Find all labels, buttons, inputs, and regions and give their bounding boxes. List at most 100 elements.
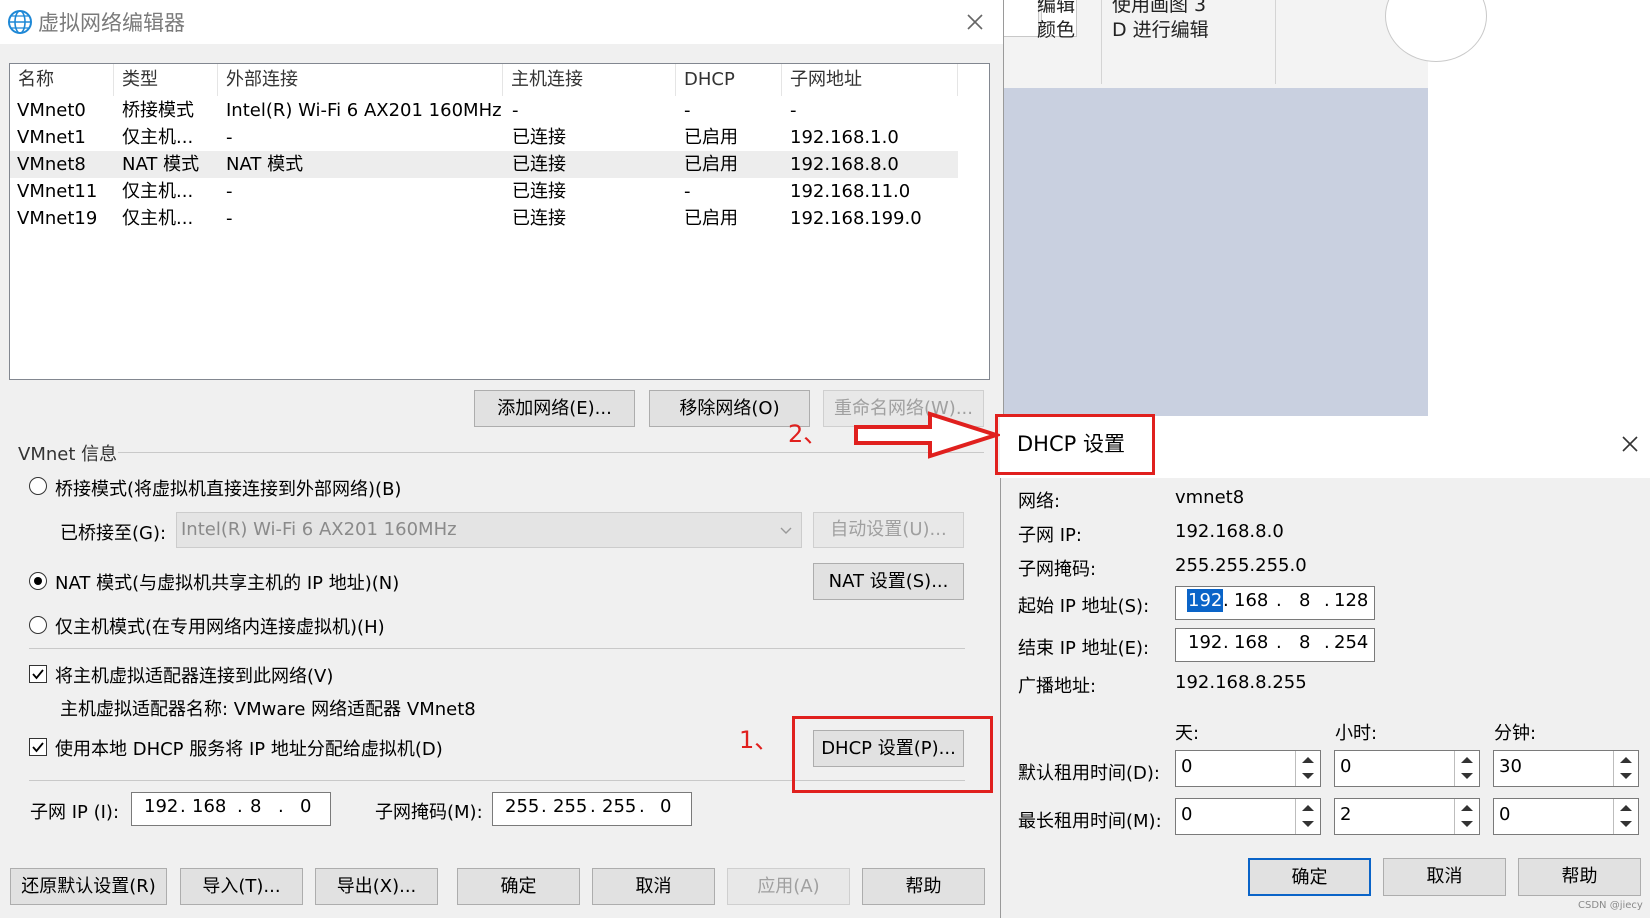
subnet-mask-label: 子网掩码(M): — [375, 802, 483, 823]
bridge-mode-radio[interactable] — [29, 477, 47, 495]
octet-selected: 192 — [1187, 589, 1224, 612]
host-only-mode-label[interactable]: 仅主机模式(在专用网络内连接虚拟机)(H) — [55, 613, 385, 639]
start-ip-field[interactable]: 192 . 168 . 8 . 128 — [1175, 586, 1375, 620]
main-dialog-title: 虚拟网络编辑器 — [38, 11, 185, 35]
import-button[interactable]: 导入(T)... — [180, 868, 303, 905]
arrow-right-icon — [854, 411, 1000, 459]
help-button[interactable]: 帮助 — [862, 868, 985, 905]
octet: 192 — [1188, 632, 1223, 653]
cell-host: 已连接 — [512, 127, 566, 148]
network-table[interactable]: 名称 类型 外部连接 主机连接 DHCP 子网地址 VMnet0 桥接模式 In… — [9, 63, 990, 380]
stepper-arrows[interactable] — [1454, 751, 1479, 786]
bridge-mode-label[interactable]: 桥接模式(将虚拟机直接连接到外部网络)(B) — [55, 475, 401, 501]
dhcp-subnet-ip-label: 子网 IP: — [1018, 525, 1082, 546]
octet: 0 — [660, 796, 672, 817]
close-icon[interactable] — [961, 8, 989, 36]
max-lease-days-stepper[interactable]: 0 — [1175, 798, 1321, 835]
ribbon-edit-colors-line2[interactable]: 颜色 — [1037, 17, 1075, 43]
host-only-mode-radio[interactable] — [29, 616, 47, 634]
max-lease-minutes-stepper[interactable]: 0 — [1493, 798, 1639, 835]
dhcp-subnet-mask-label: 子网掩码: — [1018, 559, 1097, 580]
dhcp-settings-dialog — [1000, 416, 1650, 918]
ribbon-edit-colors-line1[interactable]: 编辑 — [1037, 0, 1075, 18]
octet: 168 — [1234, 632, 1269, 653]
cell-external: - — [226, 127, 233, 148]
dhcp-ok-button[interactable]: 确定 — [1248, 858, 1371, 896]
cell-host: 已连接 — [512, 154, 566, 175]
bridged-to-select[interactable]: Intel(R) Wi-Fi 6 AX201 160MHz — [176, 512, 802, 548]
cell-type: NAT 模式 — [122, 154, 200, 175]
table-row[interactable]: VMnet19 仅主机... - 已连接 已启用 192.168.199.0 — [10, 205, 958, 232]
background-ribbon: 编辑 颜色 使用画图 3 D 进行编辑 — [1003, 0, 1428, 88]
lease-col-hours: 小时: — [1335, 723, 1378, 744]
stepper-arrows[interactable] — [1295, 751, 1320, 786]
column-header-host[interactable]: 主机连接 — [503, 64, 676, 96]
octet: 8 — [1299, 632, 1311, 653]
max-lease-hours-stepper[interactable]: 2 — [1334, 798, 1480, 835]
connect-adapter-checkbox[interactable] — [29, 665, 47, 683]
connect-adapter-label[interactable]: 将主机虚拟适配器连接到此网络(V) — [55, 662, 333, 688]
cell-dhcp: 已启用 — [684, 208, 738, 229]
dhcp-subnet-mask-value: 255.255.255.0 — [1175, 555, 1307, 576]
default-lease-hours-stepper[interactable]: 0 — [1334, 750, 1480, 787]
restore-defaults-button[interactable]: 还原默认设置(R) — [10, 868, 167, 905]
cell-host: - — [512, 100, 519, 121]
nat-settings-button[interactable]: NAT 设置(S)... — [813, 563, 964, 600]
table-row[interactable]: VMnet1 仅主机... - 已连接 已启用 192.168.1.0 — [10, 124, 958, 151]
column-header-name[interactable]: 名称 — [10, 64, 114, 96]
close-icon[interactable] — [1617, 431, 1643, 457]
globe-icon — [8, 10, 32, 34]
cell-host: 已连接 — [512, 208, 566, 229]
cell-external: Intel(R) Wi-Fi 6 AX201 160MHz — [226, 100, 502, 121]
use-dhcp-label[interactable]: 使用本地 DHCP 服务将 IP 地址分配给虚拟机(D) — [55, 735, 443, 761]
stepper-arrows[interactable] — [1613, 799, 1638, 834]
column-header-external[interactable]: 外部连接 — [218, 64, 503, 96]
nat-mode-radio[interactable] — [29, 572, 47, 590]
use-dhcp-checkbox[interactable] — [29, 738, 47, 756]
end-ip-field[interactable]: 192 . 168 . 8 . 254 — [1175, 628, 1375, 662]
dhcp-network-value: vmnet8 — [1175, 487, 1245, 508]
column-header-subnet[interactable]: 子网地址 — [782, 64, 958, 96]
default-lease-minutes-stepper[interactable]: 30 — [1493, 750, 1639, 787]
annotation-step2: 2、 — [788, 420, 828, 448]
cell-type: 仅主机... — [122, 127, 194, 148]
ok-button[interactable]: 确定 — [457, 868, 580, 905]
stepper-arrows[interactable] — [1613, 751, 1638, 786]
add-network-button[interactable]: 添加网络(E)... — [474, 390, 635, 427]
cell-name: VMnet11 — [17, 181, 98, 202]
apply-button[interactable]: 应用(A) — [727, 868, 850, 905]
start-ip-label: 起始 IP 地址(S): — [1018, 596, 1150, 617]
table-row-selected[interactable]: VMnet8 NAT 模式 NAT 模式 已连接 已启用 192.168.8.0 — [10, 151, 958, 178]
stepper-arrows[interactable] — [1454, 799, 1479, 834]
export-button[interactable]: 导出(X)... — [315, 868, 438, 905]
ribbon-separator — [1275, 0, 1276, 84]
cell-subnet: 192.168.1.0 — [790, 127, 899, 148]
annotation-step1: 1、 — [739, 726, 779, 754]
table-row[interactable]: VMnet0 桥接模式 Intel(R) Wi-Fi 6 AX201 160MH… — [10, 97, 958, 124]
cell-dhcp: - — [684, 100, 691, 121]
ribbon-swatch[interactable] — [1003, 0, 1039, 37]
nat-mode-label[interactable]: NAT 模式(与虚拟机共享主机的 IP 地址)(N) — [55, 569, 399, 595]
cell-dhcp: 已启用 — [684, 127, 738, 148]
table-row[interactable]: VMnet11 仅主机... - 已连接 - 192.168.11.0 — [10, 178, 958, 205]
stepper-arrows[interactable] — [1295, 799, 1320, 834]
ribbon-paint3d-line2[interactable]: D 进行编辑 — [1112, 17, 1209, 43]
auto-settings-button[interactable]: 自动设置(U)... — [813, 512, 964, 548]
octet: 168 — [1234, 590, 1269, 611]
cancel-button[interactable]: 取消 — [592, 868, 715, 905]
checkmark-icon — [32, 669, 44, 680]
octet: 168 — [192, 796, 227, 817]
bridged-to-value: Intel(R) Wi-Fi 6 AX201 160MHz — [181, 519, 457, 540]
bridged-to-label: 已桥接至(G): — [60, 523, 167, 544]
ribbon-paint3d-line1[interactable]: 使用画图 3 — [1112, 0, 1206, 18]
column-header-type[interactable]: 类型 — [114, 64, 218, 96]
octet: 8 — [250, 796, 262, 817]
dhcp-cancel-button[interactable]: 取消 — [1383, 858, 1506, 896]
default-lease-label: 默认租用时间(D): — [1018, 763, 1160, 784]
default-lease-days-stepper[interactable]: 0 — [1175, 750, 1321, 787]
remove-network-button[interactable]: 移除网络(O) — [649, 390, 810, 427]
dhcp-help-button[interactable]: 帮助 — [1518, 858, 1641, 896]
subnet-ip-field[interactable]: 192 . 168 . 8 . 0 — [131, 792, 331, 826]
column-header-dhcp[interactable]: DHCP — [676, 64, 782, 96]
subnet-mask-field[interactable]: 255 . 255 . 255 . 0 — [492, 792, 692, 826]
